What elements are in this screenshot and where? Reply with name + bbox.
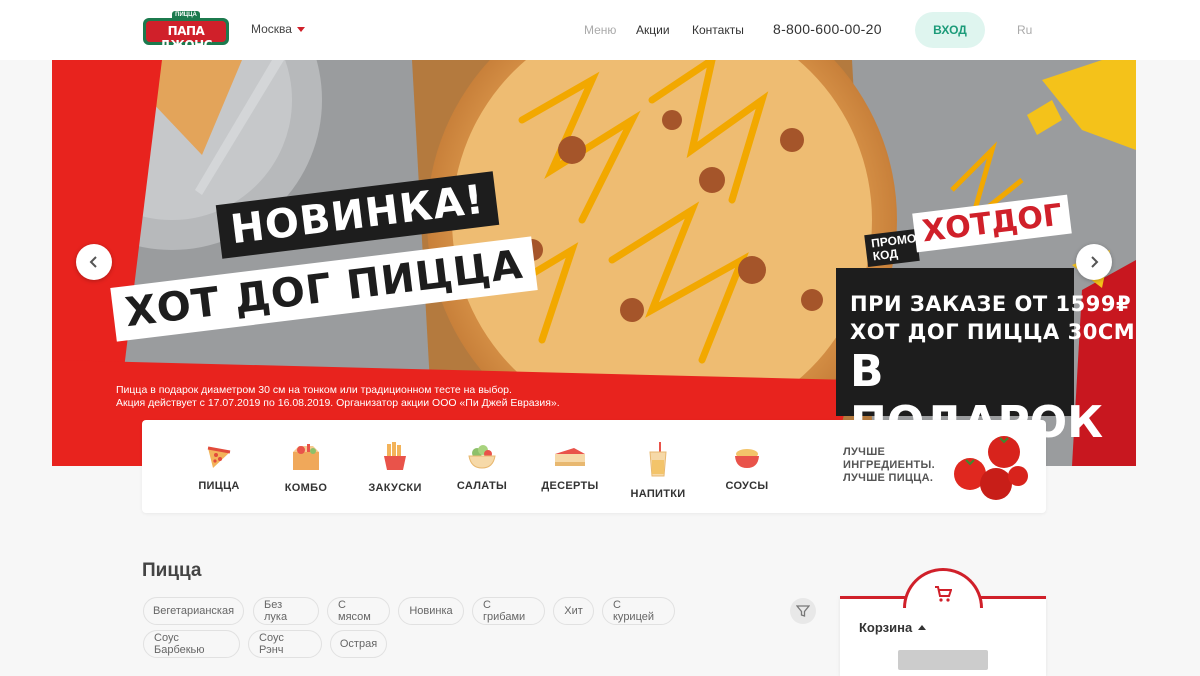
funnel-icon xyxy=(796,605,810,617)
offer-line-1: ПРИ ЗАКАЗЕ ОТ 1599₽ xyxy=(850,292,1132,316)
filter-chip[interactable]: С грибами xyxy=(472,597,545,625)
language-switch[interactable]: Ru xyxy=(1017,23,1032,37)
sauce-icon xyxy=(735,449,759,468)
logo-sub: ПИЦЦА xyxy=(175,12,197,18)
filter-chip[interactable]: С курицей xyxy=(602,597,675,625)
salad-icon xyxy=(468,445,496,469)
section-title: Пицца xyxy=(142,560,202,581)
category-pizza[interactable]: ПИЦЦА xyxy=(179,442,259,492)
category-sauces[interactable]: СОУСЫ xyxy=(707,442,787,492)
promo-code-label: ПРОМО КОД xyxy=(864,228,920,268)
category-label: СОУСЫ xyxy=(725,480,769,492)
category-label: ДЕСЕРТЫ xyxy=(541,480,599,492)
chevron-left-icon xyxy=(89,256,97,268)
disclaimer-line-2: Акция действует с 17.07.2019 по 16.08.20… xyxy=(116,397,560,409)
category-drinks[interactable]: НАПИТКИ xyxy=(618,442,698,500)
cart-title: Корзина xyxy=(859,620,913,635)
tagline-line-1: ЛУЧШЕ xyxy=(843,446,886,458)
filter-chip[interactable]: Соус Рэнч xyxy=(248,630,322,658)
category-salads[interactable]: САЛАТЫ xyxy=(442,442,522,492)
site-header: ПИЦЦА ПАПА ДЖОНС Москва Меню Акции Конта… xyxy=(0,0,1200,60)
filter-button[interactable] xyxy=(790,598,816,624)
filter-chip[interactable]: Острая xyxy=(330,630,387,658)
cart-empty-image xyxy=(898,650,988,670)
cart-toggle[interactable]: Корзина xyxy=(859,620,927,635)
category-label: ЗАКУСКИ xyxy=(368,482,422,494)
cake-icon xyxy=(555,448,585,466)
city-selector[interactable]: Москва xyxy=(251,22,305,36)
logo-text: ПАПА ДЖОНС xyxy=(160,24,212,52)
brand-tagline: ЛУЧШЕ ИНГРЕДИЕНТЫ. ЛУЧШЕ ПИЦЦА. xyxy=(843,446,935,485)
carousel-prev-button[interactable] xyxy=(76,244,112,280)
category-desserts[interactable]: ДЕСЕРТЫ xyxy=(530,442,610,492)
pizza-icon xyxy=(207,446,231,468)
city-label: Москва xyxy=(251,22,292,36)
category-label: САЛАТЫ xyxy=(456,480,508,492)
category-combo[interactable]: КОМБО xyxy=(266,442,346,494)
tagline-line-3: ЛУЧШЕ ПИЦЦА. xyxy=(843,472,934,484)
filter-chip[interactable]: Вегетарианская xyxy=(143,597,244,625)
filter-chip[interactable]: Без лука xyxy=(253,597,319,625)
login-button[interactable]: ВХОД xyxy=(915,12,985,48)
papa-johns-logo[interactable]: ПИЦЦА ПАПА ДЖОНС xyxy=(142,10,230,52)
banner-disclaimer: Пицца в подарок диаметром 30 см на тонко… xyxy=(116,384,560,410)
filter-chip[interactable]: Соус Барбекью xyxy=(143,630,240,658)
nav-promo[interactable]: Акции xyxy=(636,23,670,37)
filter-chip[interactable]: Новинка xyxy=(398,597,464,625)
phone-number[interactable]: 8-800-600-00-20 xyxy=(773,21,882,37)
drink-icon xyxy=(649,442,667,477)
promo-banner[interactable]: НОВИНКА! ХОТ ДОГ ПИЦЦА Пицца в подарок д… xyxy=(52,60,1136,466)
nav-contacts[interactable]: Контакты xyxy=(692,23,744,37)
offer-line-2: ХОТ ДОГ ПИЦЦА 30СМ xyxy=(850,320,1136,344)
disclaimer-line-1: Пицца в подарок диаметром 30 см на тонко… xyxy=(116,384,512,396)
tomatoes-image xyxy=(954,436,1028,500)
caret-up-icon xyxy=(918,625,927,630)
chevron-right-icon xyxy=(1091,256,1099,268)
filter-chip[interactable]: С мясом xyxy=(327,597,390,625)
combo-box-icon xyxy=(293,444,319,470)
carousel-next-button[interactable] xyxy=(1076,244,1112,280)
nav-menu[interactable]: Меню xyxy=(584,23,616,37)
cart-icon[interactable] xyxy=(934,586,952,602)
filter-chip[interactable]: Хит xyxy=(553,597,594,625)
category-label: ПИЦЦА xyxy=(198,480,240,492)
caret-down-icon xyxy=(296,26,305,32)
category-snacks[interactable]: ЗАКУСКИ xyxy=(355,442,435,494)
category-label: НАПИТКИ xyxy=(630,488,686,500)
category-label: КОМБО xyxy=(284,482,328,494)
snacks-icon xyxy=(384,442,406,470)
tagline-line-2: ИНГРЕДИЕНТЫ. xyxy=(843,459,935,471)
